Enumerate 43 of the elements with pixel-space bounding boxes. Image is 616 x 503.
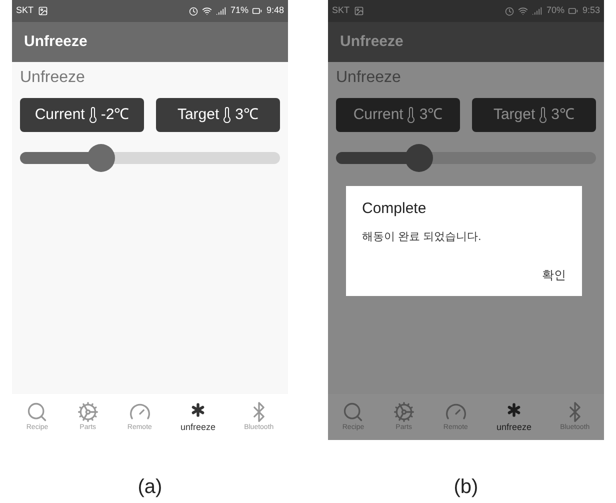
- temperature-button[interactable]: Target 3℃: [156, 98, 280, 132]
- thermometer-icon: [539, 107, 548, 123]
- carrier-label: SKT: [16, 4, 34, 18]
- dialog-message: 해동이 완료 되었습니다.: [362, 230, 482, 244]
- thermometer-icon: [88, 107, 97, 123]
- gears-icon: [76, 400, 99, 423]
- temperature-button[interactable]: Current 3℃: [336, 98, 460, 132]
- nav-item[interactable]: unfreeze: [496, 399, 532, 435]
- clock-time: 9:48: [266, 4, 284, 18]
- thermometer-icon: [223, 107, 232, 123]
- image-icon: [38, 6, 48, 16]
- slider-thumb[interactable]: [405, 144, 434, 172]
- carrier-label: SKT: [332, 4, 350, 18]
- image-icon: [354, 6, 364, 16]
- confirm-button[interactable]: 확인: [542, 266, 566, 284]
- temperature-button[interactable]: Current -2℃: [20, 98, 144, 132]
- battery-icon: [568, 6, 578, 16]
- clock-time: 9:53: [582, 4, 600, 18]
- app-bar-title: Unfreeze: [24, 32, 88, 52]
- signal-icon: [216, 6, 226, 16]
- gears-icon: [392, 400, 415, 423]
- thermometer-icon: [407, 107, 416, 123]
- wifi-icon: [518, 6, 528, 16]
- wifi-icon: [202, 6, 212, 16]
- temperature-button[interactable]: Target 3℃: [472, 98, 596, 132]
- app-bar-title: Unfreeze: [340, 32, 404, 52]
- slider[interactable]: [336, 144, 596, 172]
- signal-icon: [532, 6, 542, 16]
- search-icon: [26, 400, 48, 423]
- section-heading: Unfreeze: [335, 68, 402, 88]
- battery-icon: [252, 6, 262, 16]
- section-heading: Unfreeze: [19, 68, 86, 88]
- search-icon: [342, 400, 364, 423]
- dialog-title: Complete: [362, 199, 428, 219]
- figure-caption: (b): [454, 475, 478, 500]
- figure-caption: (a): [138, 475, 162, 500]
- nav-item[interactable]: unfreeze: [180, 399, 216, 435]
- alarm-icon: [189, 6, 198, 16]
- alarm-icon: [505, 6, 514, 16]
- battery-percent: 71%: [230, 4, 248, 18]
- slider-thumb[interactable]: [86, 144, 115, 172]
- slider[interactable]: [20, 144, 280, 172]
- battery-percent: 70%: [546, 4, 564, 18]
